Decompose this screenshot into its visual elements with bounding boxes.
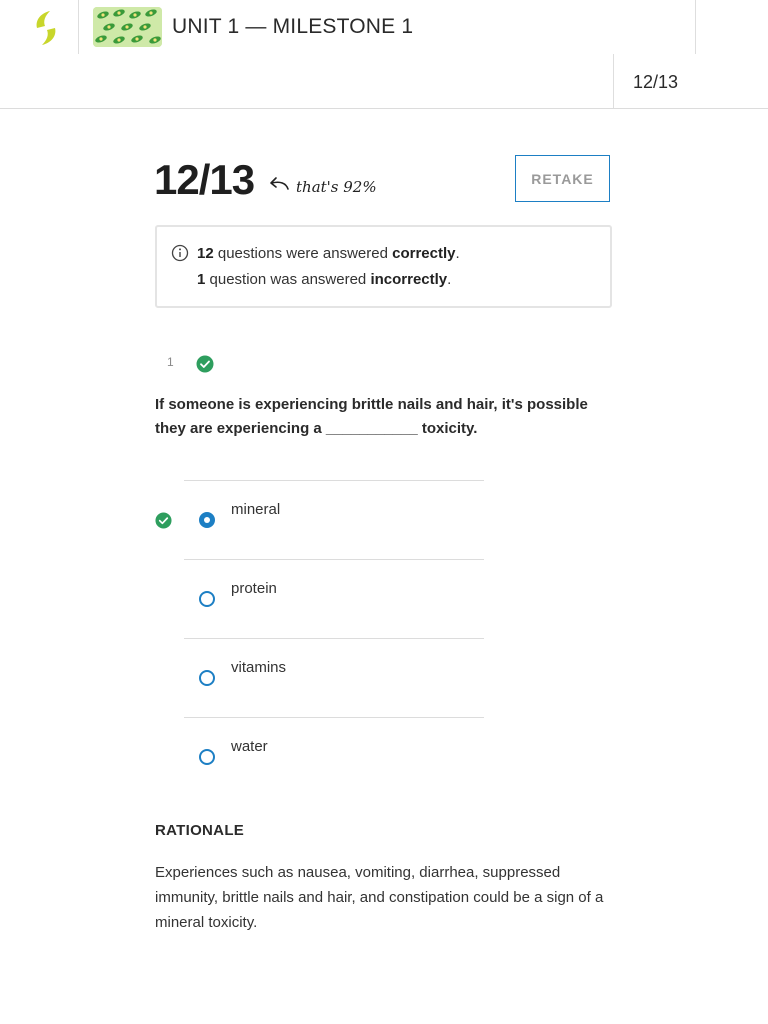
- answer-choice[interactable]: vitamins: [184, 638, 484, 717]
- choice-label: water: [231, 738, 268, 755]
- choice-label: vitamins: [231, 659, 287, 676]
- radio-button[interactable]: [199, 749, 215, 765]
- correct-answer-check-icon: [155, 512, 172, 529]
- unit-thumbnail-image: [93, 7, 162, 47]
- answer-choice[interactable]: water: [184, 717, 484, 796]
- correct-text: questions were answered: [213, 245, 393, 262]
- question-text: If someone is experiencing brittle nails…: [155, 396, 588, 437]
- curved-arrow-icon: [268, 175, 290, 198]
- results-summary-box: 12 questions were answered correctly. 1 …: [155, 225, 612, 308]
- incorrect-text: question was answered: [205, 271, 371, 288]
- rationale-heading: RATIONALE: [155, 822, 245, 839]
- score-display: 12/13: [154, 156, 255, 203]
- question-number: 1: [167, 355, 174, 369]
- radio-button-selected[interactable]: [199, 512, 215, 528]
- header-divider: [695, 0, 696, 54]
- period: .: [447, 271, 452, 288]
- retake-button[interactable]: RETAKE: [515, 155, 610, 202]
- unit-title: UNIT 1 — MILESTONE 1: [172, 15, 414, 38]
- percentage-note: that's 92%: [268, 175, 377, 198]
- top-header: UNIT 1 — MILESTONE 1 12/13: [0, 0, 768, 109]
- header-divider: [613, 54, 614, 108]
- choice-label: protein: [231, 580, 277, 597]
- brand-logo-icon[interactable]: [26, 8, 66, 48]
- radio-button[interactable]: [199, 591, 215, 607]
- header-divider: [78, 0, 79, 54]
- answer-choices: mineral protein vitamins water: [184, 480, 484, 796]
- incorrect-word: incorrectly: [370, 271, 448, 288]
- info-icon: [171, 244, 189, 262]
- answer-choice[interactable]: protein: [184, 559, 484, 638]
- radio-button[interactable]: [199, 670, 215, 686]
- header-score[interactable]: 12/13: [633, 70, 678, 94]
- rationale-text: Experiences such as nausea, vomiting, di…: [155, 864, 604, 931]
- correct-summary-line: 12 questions were answered correctly.: [197, 243, 460, 265]
- choice-label: mineral: [231, 501, 281, 518]
- correct-count: 12: [197, 245, 214, 262]
- period: .: [455, 245, 460, 262]
- answer-choice[interactable]: mineral: [184, 480, 484, 559]
- percentage-text: that's 92%: [296, 177, 377, 196]
- correct-word: correctly: [392, 245, 456, 262]
- incorrect-summary-line: 1 question was answered incorrectly.: [197, 269, 451, 291]
- correct-check-icon: [196, 355, 214, 373]
